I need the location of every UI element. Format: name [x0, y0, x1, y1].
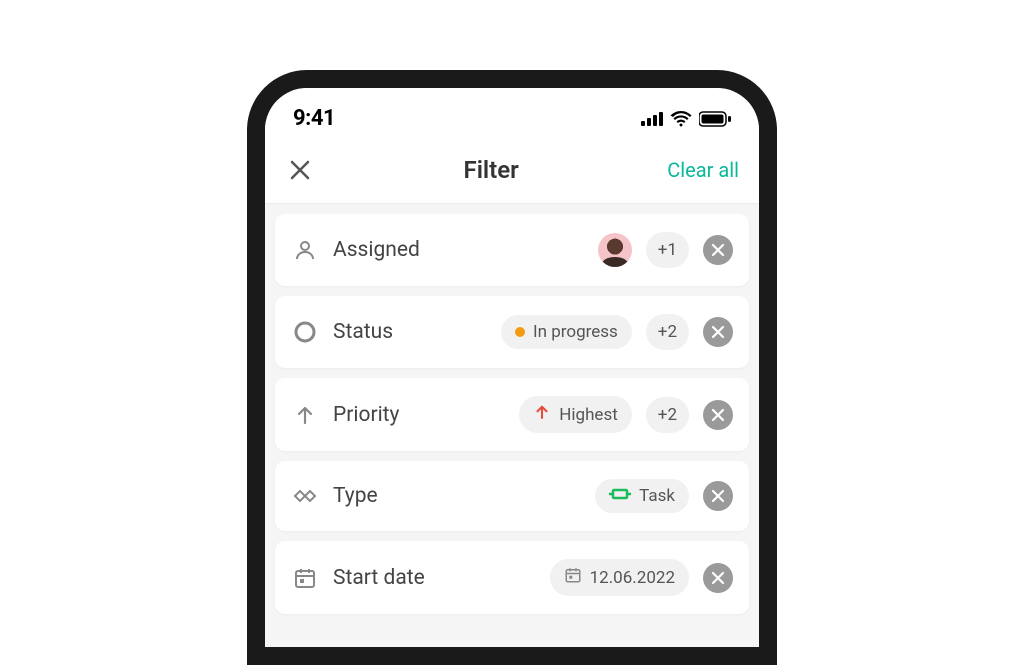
status-dot-icon: [515, 327, 525, 337]
chip-text: Task: [639, 486, 675, 506]
circle-icon: [291, 318, 319, 346]
type-chip: Task: [595, 479, 689, 513]
avatar: [598, 233, 632, 267]
status-chip: In progress: [501, 315, 632, 349]
filter-row-assigned[interactable]: Assigned +1: [275, 214, 749, 286]
arrow-up-icon: [291, 401, 319, 429]
more-count-badge: +2: [646, 397, 689, 433]
calendar-icon: [291, 564, 319, 592]
filter-list: Assigned +1 Status In progress +2: [265, 204, 759, 647]
calendar-small-icon: [564, 566, 582, 589]
status-time: 9:41: [293, 106, 335, 131]
screen: 9:41 Filter Clear all: [265, 88, 759, 647]
filter-label: Start date: [333, 566, 536, 590]
wifi-icon: [670, 111, 692, 127]
priority-chip: Highest: [519, 396, 632, 433]
date-chip: 12.06.2022: [550, 559, 689, 596]
person-icon: [291, 236, 319, 264]
filter-label: Priority: [333, 403, 505, 427]
remove-filter-button[interactable]: [703, 563, 733, 593]
status-indicators: [641, 111, 731, 127]
device-frame: 9:41 Filter Clear all: [247, 70, 777, 665]
type-icon: [291, 482, 319, 510]
task-icon: [609, 486, 631, 506]
remove-filter-button[interactable]: [703, 400, 733, 430]
header: Filter Clear all: [265, 141, 759, 204]
chip-text: In progress: [533, 322, 618, 342]
more-count-badge: +1: [646, 232, 689, 268]
filter-row-priority[interactable]: Priority Highest +2: [275, 378, 749, 451]
filter-label: Assigned: [333, 238, 584, 262]
clear-all-button[interactable]: Clear all: [667, 158, 739, 182]
filter-label: Type: [333, 484, 581, 508]
filter-row-status[interactable]: Status In progress +2: [275, 296, 749, 368]
filter-row-type[interactable]: Type Task: [275, 461, 749, 531]
close-button[interactable]: [285, 155, 315, 185]
cellular-signal-icon: [641, 112, 663, 126]
chip-text: Highest: [559, 405, 618, 425]
priority-highest-icon: [533, 403, 551, 426]
remove-filter-button[interactable]: [703, 235, 733, 265]
remove-filter-button[interactable]: [703, 481, 733, 511]
chip-text: 12.06.2022: [590, 568, 675, 588]
battery-icon: [699, 111, 731, 127]
page-title: Filter: [315, 156, 667, 184]
filter-label: Status: [333, 320, 487, 344]
filter-row-start-date[interactable]: Start date 12.06.2022: [275, 541, 749, 614]
remove-filter-button[interactable]: [703, 317, 733, 347]
status-bar: 9:41: [265, 88, 759, 141]
more-count-badge: +2: [646, 314, 689, 350]
